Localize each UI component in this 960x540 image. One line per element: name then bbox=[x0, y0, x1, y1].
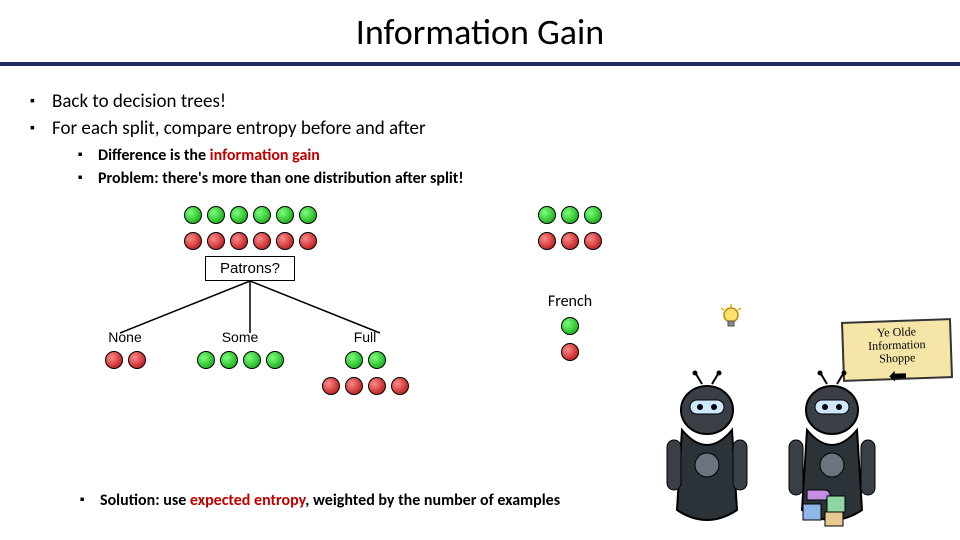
subbullet-1-a: Difference is the bbox=[98, 146, 210, 165]
lightbulb-icon bbox=[718, 304, 744, 330]
root-examples bbox=[184, 206, 317, 250]
bullet-2-text: For each split, compare entropy before a… bbox=[52, 117, 426, 140]
cartoon-illustration: Ye Olde Information Shoppe ⬅ bbox=[632, 300, 952, 540]
subbullet-1-b: information gain bbox=[210, 146, 320, 165]
solution-text-c: , weighted by the number of examples bbox=[305, 491, 560, 510]
solution-bullet: Solution: use expected entropy, weighted… bbox=[80, 491, 600, 510]
tree-right-fragment: French bbox=[510, 206, 630, 361]
branch-label-french: French bbox=[548, 292, 592, 311]
branch-french: French bbox=[548, 292, 592, 361]
subbullet-2: Problem: there's more than one distribut… bbox=[78, 169, 930, 188]
bullet-2: For each split, compare entropy before a… bbox=[30, 117, 930, 188]
robot-left bbox=[652, 370, 762, 540]
tree-patrons: Patrons? None Some bbox=[80, 206, 420, 401]
decision-tree-diagram: Patrons? None Some bbox=[80, 206, 640, 401]
solution-text-b: expected entropy bbox=[190, 491, 305, 510]
bullet-1: Back to decision trees! bbox=[30, 90, 930, 113]
solution-text-a: Solution: use bbox=[100, 491, 190, 510]
slide-title: Information Gain bbox=[0, 0, 960, 62]
subbullet-1: Difference is the information gain bbox=[78, 146, 930, 165]
branch-lines bbox=[80, 281, 420, 401]
robot-right bbox=[777, 370, 887, 540]
attribute-box-patrons: Patrons? bbox=[205, 256, 295, 281]
